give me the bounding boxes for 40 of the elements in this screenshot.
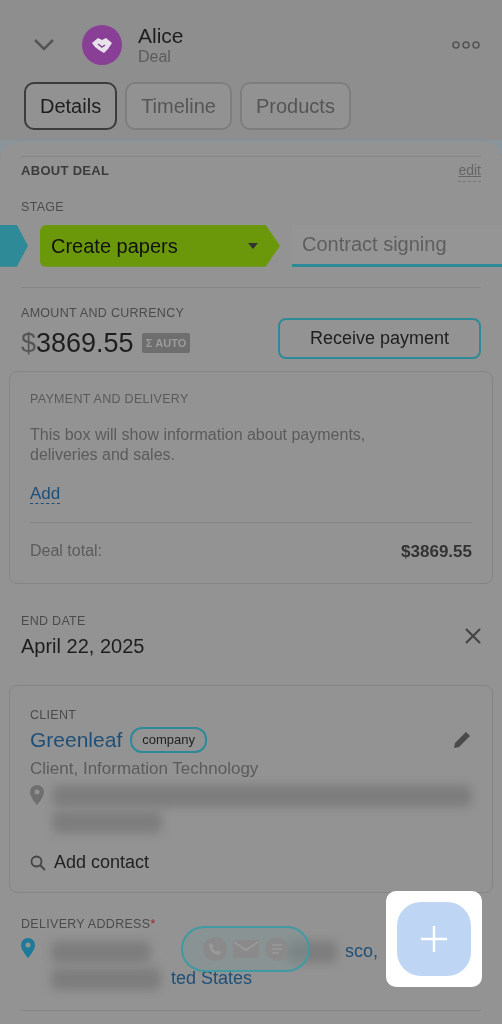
location-pin-icon <box>21 938 35 958</box>
receive-payment-button[interactable]: Receive payment <box>277 318 481 359</box>
address-text: sco, <box>345 940 378 963</box>
location-pin-icon <box>30 785 44 806</box>
tab[interactable]: Products <box>240 82 351 130</box>
chat-icon[interactable] <box>264 937 289 961</box>
client-description: Client, Information Technology <box>30 757 260 780</box>
section-title: ABOUT DEAL <box>21 162 110 181</box>
field-label: DELIVERY ADDRESS <box>21 917 151 932</box>
field-label: CLIENT <box>30 706 78 724</box>
handshake-avatar-icon <box>82 25 122 65</box>
chevron-down-icon[interactable] <box>33 38 55 52</box>
total-value: $3869.55 <box>401 541 472 564</box>
blurred-text <box>287 940 337 963</box>
plus-icon <box>421 926 447 952</box>
add-link[interactable]: Add <box>30 483 61 504</box>
caret-icon[interactable] <box>248 242 258 249</box>
date-value: April 22, 2025 <box>21 633 145 659</box>
tab[interactable]: Details <box>24 82 118 130</box>
add-button[interactable] <box>397 902 471 976</box>
pencil-icon[interactable] <box>452 730 472 750</box>
tab[interactable]: Timeline <box>125 82 232 130</box>
search-icon <box>30 854 46 871</box>
tag: company <box>130 727 207 753</box>
close-icon[interactable] <box>465 628 481 645</box>
stage-step[interactable] <box>0 224 28 267</box>
field-label: END DATE <box>21 612 87 630</box>
info-text: This box will show information about payments, deliveries and sales. <box>30 424 367 465</box>
stage-dropdown[interactable]: Create papers <box>40 224 280 267</box>
record-title: Alice <box>138 24 185 48</box>
required-mark: * <box>150 917 156 932</box>
field-label: AMOUNT AND CURRENCY <box>21 304 186 322</box>
more-icon[interactable] <box>452 40 480 50</box>
field-label: STAGE <box>21 199 65 216</box>
total-label: Deal total: <box>30 541 103 562</box>
add-contact-link[interactable]: Add contact <box>54 849 150 877</box>
amount-value: $3869.55 <box>21 326 134 360</box>
field-label: PAYMENT AND DELIVERY <box>30 391 190 408</box>
address-text: ted States <box>171 967 253 990</box>
client-name-link[interactable]: Greenleaf <box>30 724 123 756</box>
